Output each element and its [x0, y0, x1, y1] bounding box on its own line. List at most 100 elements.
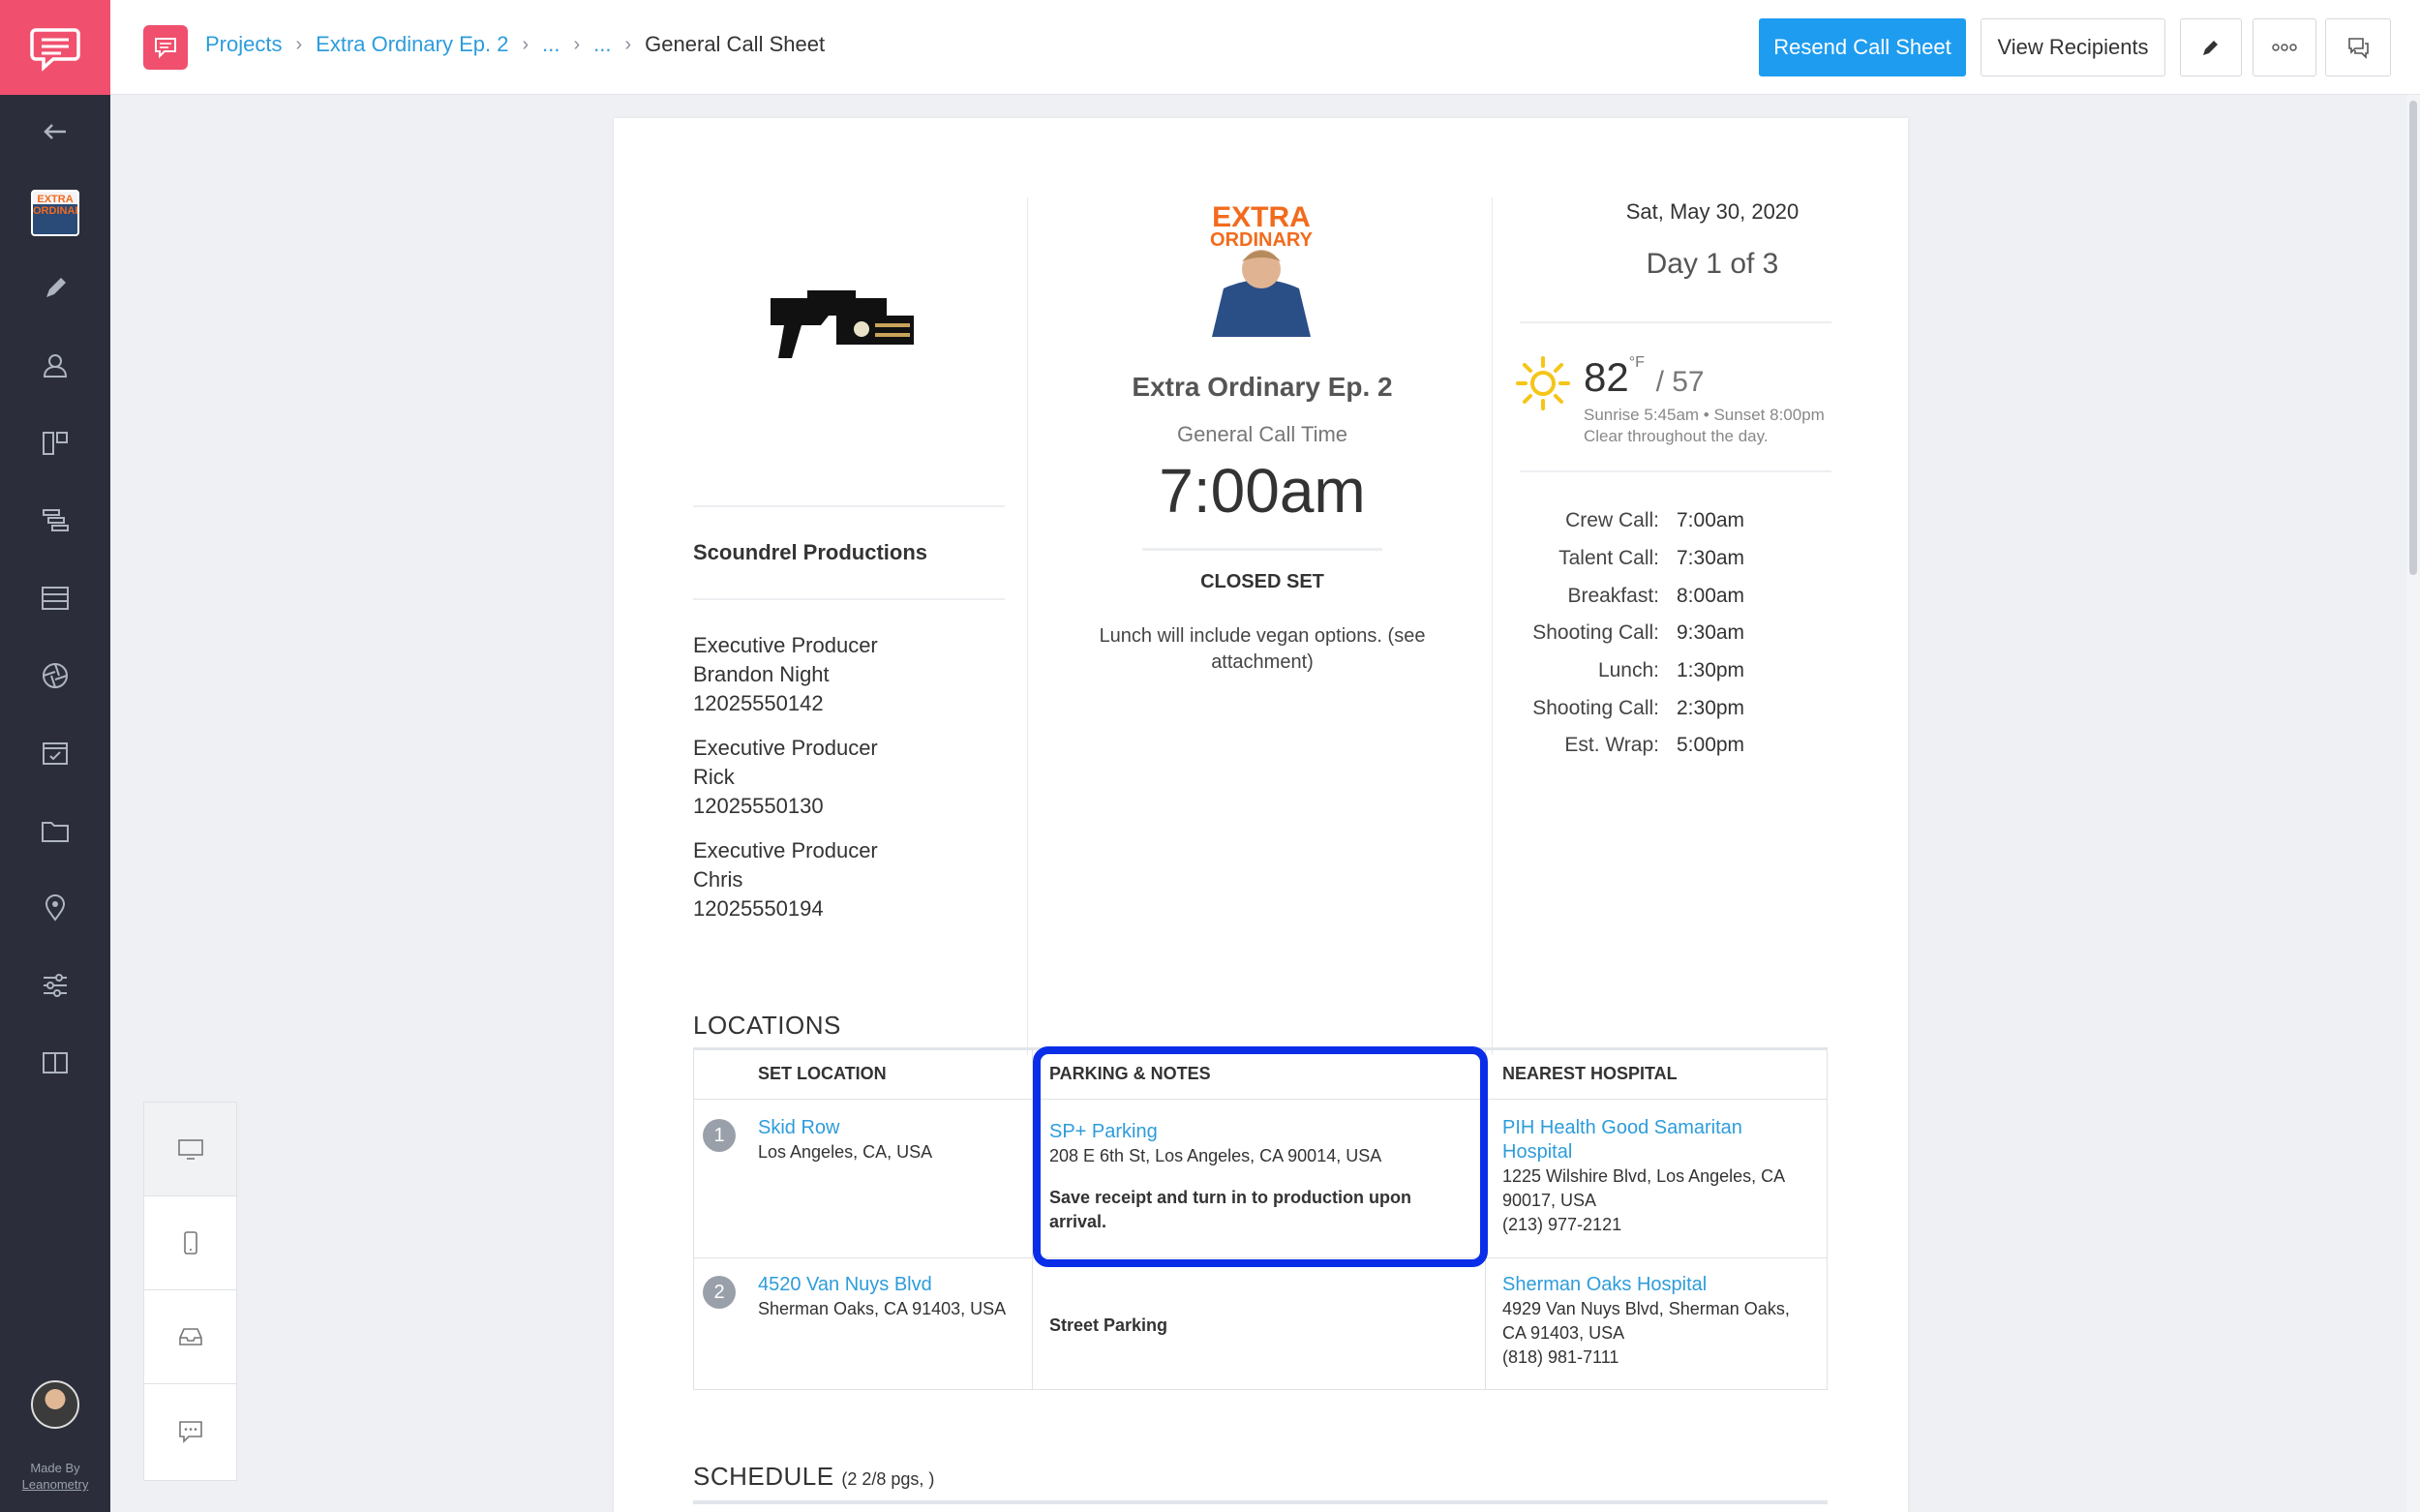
show-logo: EXTRA ORDINARY: [1193, 201, 1330, 337]
hospital-address: 4929 Van Nuys Blvd, Sherman Oaks, CA 914…: [1502, 1299, 1790, 1343]
comments-button[interactable]: [2325, 18, 2391, 76]
temp-unit: °F: [1628, 354, 1645, 371]
producer-name: Chris: [693, 867, 743, 892]
divider: [1520, 321, 1831, 323]
divider: [693, 505, 1005, 507]
schedule-pages: (2 2/8 pgs, ): [841, 1469, 935, 1489]
producer-3: Executive Producer Chris 12025550194: [693, 836, 878, 923]
device-preview-toolbar: [143, 1102, 237, 1481]
column-divider: [1492, 197, 1493, 1055]
hospital-link[interactable]: Sherman Oaks Hospital: [1502, 1273, 1817, 1297]
shot-list-icon[interactable]: [0, 482, 110, 559]
left-nav: EXTRA ORDINARY Made By Leanometry: [0, 0, 110, 1512]
set-location-cell: 4520 Van Nuys Blvd Sherman Oaks, CA 9140…: [758, 1273, 1019, 1321]
call-row: Crew Call: 7:00am: [1565, 509, 1745, 531]
hospital-cell: PIH Health Good Samaritan Hospital 1225 …: [1502, 1116, 1817, 1237]
chevron-right-icon: ›: [573, 33, 581, 55]
resend-call-sheet-button[interactable]: Resend Call Sheet: [1759, 18, 1966, 76]
hospital-link[interactable]: PIH Health Good Samaritan Hospital: [1502, 1116, 1817, 1164]
producer-role: Executive Producer: [693, 838, 878, 862]
breadcrumb-projects[interactable]: Projects: [205, 32, 282, 57]
highlight-box: [1033, 1046, 1488, 1267]
people-icon[interactable]: [0, 327, 110, 405]
producer-role: Executive Producer: [693, 633, 878, 657]
call-sheet-icon: [143, 25, 188, 70]
folder-icon[interactable]: [0, 792, 110, 869]
producer-phone[interactable]: 12025550142: [693, 689, 878, 718]
temp-low: / 57: [1655, 366, 1705, 398]
call-note: Lunch will include vegan options. (see a…: [1099, 625, 1426, 673]
pencil-icon: [2203, 41, 2218, 55]
producer-phone[interactable]: 12025550194: [693, 894, 878, 923]
company-name: Scoundrel Productions: [693, 540, 928, 564]
producer-1: Executive Producer Brandon Night 1202555…: [693, 631, 878, 718]
view-recipients-button[interactable]: View Recipients: [1981, 18, 2165, 76]
set-location-link[interactable]: 4520 Van Nuys Blvd: [758, 1273, 1019, 1297]
page-scrollbar[interactable]: [2406, 95, 2420, 1512]
more-options-button[interactable]: [2253, 18, 2316, 76]
call-sheet-document: Scoundrel Productions Executive Producer…: [614, 118, 1908, 1512]
sunrise-sunset: Sunrise 5:45am • Sunset 8:00pm: [1584, 406, 1825, 424]
breadcrumb-ellipsis-1[interactable]: ...: [542, 32, 560, 57]
call-row: Shooting Call: 2:30pm: [1532, 697, 1745, 719]
chevron-right-icon: ›: [295, 33, 303, 55]
app-logo[interactable]: [0, 0, 110, 95]
set-location-address: Los Angeles, CA, USA: [758, 1142, 933, 1162]
weather-details: Sunrise 5:45am • Sunset 8:00pm Clear thr…: [1584, 405, 1825, 447]
breadcrumb: Projects › Extra Ordinary Ep. 2 › ... › …: [205, 32, 825, 57]
producer-2: Executive Producer Rick 12025550130: [693, 734, 878, 821]
pencil-icon[interactable]: [0, 250, 110, 327]
sms-preview-button[interactable]: [144, 1384, 236, 1478]
hospital-phone[interactable]: (818) 981-7111: [1502, 1346, 1817, 1370]
call-row: Lunch: 1:30pm: [1597, 659, 1745, 681]
hospital-address: 1225 Wilshire Blvd, Los Angeles, CA 9001…: [1502, 1166, 1785, 1210]
inbox-icon: [178, 1328, 202, 1346]
set-location-link[interactable]: Skid Row: [758, 1116, 1019, 1140]
settings-sliders-icon[interactable]: [0, 947, 110, 1024]
breadcrumb-ellipsis-2[interactable]: ...: [593, 32, 611, 57]
parking-note: Street Parking: [1049, 1315, 1168, 1335]
location-number-badge: 2: [703, 1276, 736, 1309]
temperature: 82°F / 57: [1584, 354, 1705, 401]
call-row: Shooting Call: 9:30am: [1532, 621, 1745, 644]
producer-phone[interactable]: 12025550130: [693, 792, 878, 821]
book-icon[interactable]: [0, 1024, 110, 1102]
chevron-right-icon: ›: [624, 33, 632, 55]
temp-high: 82: [1584, 354, 1629, 400]
edit-button[interactable]: [2180, 18, 2242, 76]
chevron-right-icon: ›: [522, 33, 529, 55]
comment-icon: [2348, 38, 2369, 59]
parking-cell: Street Parking: [1049, 1314, 1466, 1338]
made-by-credit[interactable]: Made By Leanometry: [0, 1460, 110, 1493]
top-bar: Projects › Extra Ordinary Ep. 2 › ... › …: [110, 0, 2420, 95]
hospital-cell: Sherman Oaks Hospital 4929 Van Nuys Blvd…: [1502, 1273, 1817, 1370]
desktop-preview-button[interactable]: [144, 1103, 236, 1196]
hospital-phone[interactable]: (213) 977-2121: [1502, 1213, 1817, 1237]
show-title: Extra Ordinary Ep. 2: [1132, 372, 1393, 402]
project-thumbnail[interactable]: EXTRA ORDINARY: [31, 190, 79, 236]
column-divider: [1027, 197, 1028, 1055]
show-logo-text-2: ORDINARY: [1210, 229, 1314, 251]
location-pin-icon[interactable]: [0, 869, 110, 947]
company-logo: [771, 290, 914, 358]
shoot-day: Day 1 of 3: [1646, 248, 1779, 280]
mobile-icon: [183, 1231, 197, 1255]
stripboard-icon[interactable]: [0, 559, 110, 637]
call-row: Talent Call: 7:30am: [1558, 547, 1745, 569]
set-location-cell: Skid Row Los Angeles, CA, USA: [758, 1116, 1019, 1164]
inbox-preview-button[interactable]: [144, 1290, 236, 1384]
calendar-icon[interactable]: [0, 714, 110, 792]
breadcrumb-project[interactable]: Extra Ordinary Ep. 2: [316, 32, 508, 57]
general-call-label: General Call Time: [1176, 422, 1348, 446]
header-set-location: SET LOCATION: [758, 1064, 887, 1083]
producer-name: Rick: [693, 765, 735, 789]
mobile-preview-button[interactable]: [144, 1196, 236, 1290]
divider: [1520, 470, 1831, 472]
user-avatar[interactable]: [31, 1380, 79, 1429]
storyboard-icon[interactable]: [0, 405, 110, 482]
scrollbar-thumb[interactable]: [2409, 101, 2417, 575]
call-row: Breakfast: 8:00am: [1567, 585, 1745, 607]
back-arrow-icon[interactable]: [0, 93, 110, 170]
general-call-time: 7:00am: [1159, 456, 1366, 526]
aperture-icon[interactable]: [0, 637, 110, 714]
